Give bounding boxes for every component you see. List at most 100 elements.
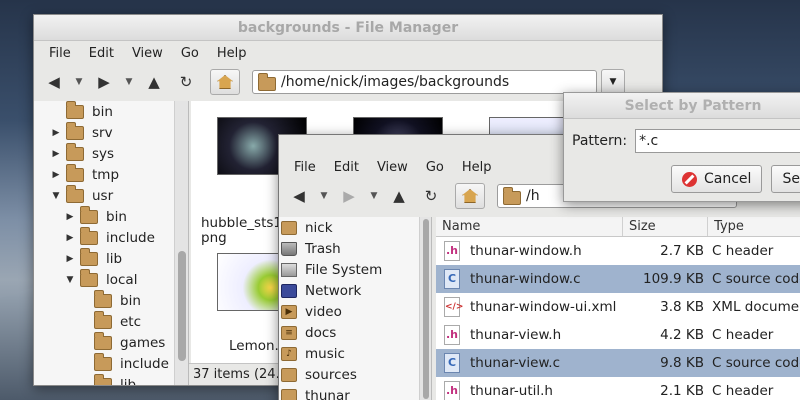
location-bar[interactable]: /home/nick/images/backgrounds: [252, 70, 597, 94]
file-row[interactable]: .h thunar-window.h 2.7 KB C header: [436, 237, 800, 265]
column-header-name[interactable]: Name: [436, 217, 623, 236]
back-arrow-icon[interactable]: ◀: [285, 183, 313, 209]
tree-item[interactable]: ▶ srv: [34, 121, 188, 143]
menu-help[interactable]: Help: [208, 46, 256, 61]
forward-arrow-icon[interactable]: ▶: [335, 183, 363, 209]
folder-icon: [66, 163, 84, 182]
menu-view[interactable]: View: [368, 160, 417, 175]
tree-item-label: games: [120, 334, 166, 351]
file-row[interactable]: C thunar-view.c 9.8 KB C source code: [436, 349, 800, 377]
home-icon: [217, 75, 233, 89]
tree-item[interactable]: include: [34, 352, 188, 374]
tree-item[interactable]: etc: [34, 310, 188, 332]
tree-item[interactable]: lib: [34, 373, 188, 386]
cancel-button[interactable]: Cancel: [671, 165, 763, 193]
places-item-label: docs: [305, 324, 337, 341]
menu-go[interactable]: Go: [417, 160, 453, 175]
tree-scrollbar[interactable]: [174, 101, 188, 385]
tree-item[interactable]: ▶ lib: [34, 247, 188, 269]
home-button[interactable]: [455, 183, 485, 209]
menu-view[interactable]: View: [123, 46, 172, 61]
c-header-file-icon: .h: [444, 325, 460, 345]
column-header-size[interactable]: Size: [623, 217, 709, 236]
places-item[interactable]: nick: [279, 217, 431, 238]
menu-file[interactable]: File: [40, 46, 80, 61]
tree-item-label: sys: [92, 145, 115, 162]
forward-arrow-icon[interactable]: ▶: [90, 69, 118, 95]
tree-item-label: local: [106, 271, 138, 288]
up-arrow-icon[interactable]: ▲: [385, 183, 413, 209]
expander-icon[interactable]: ▼: [64, 275, 76, 285]
reload-icon[interactable]: ↻: [172, 69, 200, 95]
folder-icon: [80, 205, 98, 224]
scrollbar-thumb[interactable]: [178, 251, 186, 361]
dialog-title[interactable]: Select by Pattern: [564, 93, 800, 119]
tree-item[interactable]: bin: [34, 289, 188, 311]
forward-history-dropdown-icon[interactable]: ▼: [122, 77, 136, 87]
tree-item[interactable]: ▼ usr: [34, 184, 188, 206]
file-list: Name Size Type .h thunar-window.h 2.7 KB…: [436, 217, 800, 400]
dialog-buttons: Cancel Se: [564, 153, 800, 193]
file-type: C header: [712, 327, 774, 343]
back-arrow-icon[interactable]: ◀: [40, 69, 68, 95]
folder-icon: [66, 184, 84, 203]
expander-icon[interactable]: ▼: [50, 191, 62, 201]
places-item[interactable]: Trash: [279, 238, 431, 259]
places-item[interactable]: File System: [279, 259, 431, 280]
tree-item[interactable]: ▶ tmp: [34, 163, 188, 185]
network-icon: [281, 283, 297, 298]
cancel-button-label: Cancel: [704, 171, 752, 187]
tree-item[interactable]: ▶ include: [34, 226, 188, 248]
file-type: C header: [712, 383, 774, 399]
file-row[interactable]: .h thunar-view.h 4.2 KB C header: [436, 321, 800, 349]
location-path: /home/nick/images/backgrounds: [281, 74, 510, 90]
up-arrow-icon[interactable]: ▲: [140, 69, 168, 95]
tree-item-label: lib: [120, 376, 137, 386]
window-title[interactable]: backgrounds - File Manager: [34, 15, 662, 41]
places-item[interactable]: ♪ music: [279, 343, 431, 364]
scrollbar-thumb[interactable]: [423, 219, 429, 399]
forward-history-dropdown-icon[interactable]: ▼: [367, 191, 381, 201]
tree-item[interactable]: ▶ sys: [34, 142, 188, 164]
tree-item[interactable]: ▶ bin: [34, 205, 188, 227]
file-row[interactable]: .h thunar-util.h 2.1 KB C header: [436, 377, 800, 400]
menu-file[interactable]: File: [285, 160, 325, 175]
file-row[interactable]: C thunar-window.c 109.9 KB C source code: [436, 265, 800, 293]
tree-item[interactable]: ▼ local: [34, 268, 188, 290]
file-size: 4.2 KB: [660, 327, 705, 343]
expander-icon[interactable]: ▶: [64, 233, 76, 243]
expander-icon[interactable]: ▶: [50, 170, 62, 180]
tree-item[interactable]: games: [34, 331, 188, 353]
c-source-file-icon: C: [444, 353, 460, 373]
file-type: XML document: [712, 299, 800, 315]
back-history-dropdown-icon[interactable]: ▼: [317, 191, 331, 201]
reload-icon[interactable]: ↻: [417, 183, 445, 209]
pattern-input[interactable]: *.c: [635, 129, 800, 153]
tree-item[interactable]: bin: [34, 100, 188, 122]
folder-icon: [66, 121, 84, 140]
expander-icon[interactable]: ▶: [50, 149, 62, 159]
places-item[interactable]: sources: [279, 364, 431, 385]
expander-icon[interactable]: ▶: [50, 128, 62, 138]
menu-edit[interactable]: Edit: [325, 160, 368, 175]
menu-go[interactable]: Go: [172, 46, 208, 61]
tree-item-label: lib: [106, 250, 123, 267]
file-size: 3.8 KB: [660, 299, 705, 315]
select-button[interactable]: Se: [771, 165, 800, 193]
places-item[interactable]: thunar: [279, 385, 431, 400]
expander-icon[interactable]: ▶: [64, 254, 76, 264]
places-item[interactable]: ≡ docs: [279, 322, 431, 343]
expander-icon[interactable]: ▶: [64, 212, 76, 222]
back-history-dropdown-icon[interactable]: ▼: [72, 77, 86, 87]
sidebar-scrollbar[interactable]: [419, 217, 431, 400]
home-button[interactable]: [210, 69, 240, 95]
menu-help[interactable]: Help: [453, 160, 501, 175]
folder-icon: [80, 247, 98, 266]
folder-icon: [94, 352, 112, 371]
places-item[interactable]: Network: [279, 280, 431, 301]
thumbnail-label[interactable]: hubble_sts1 png: [201, 216, 282, 246]
menu-edit[interactable]: Edit: [80, 46, 123, 61]
column-header-type[interactable]: Type: [708, 217, 800, 236]
file-row[interactable]: </> thunar-window-ui.xml 3.8 KB XML docu…: [436, 293, 800, 321]
places-item[interactable]: ▶ video: [279, 301, 431, 322]
